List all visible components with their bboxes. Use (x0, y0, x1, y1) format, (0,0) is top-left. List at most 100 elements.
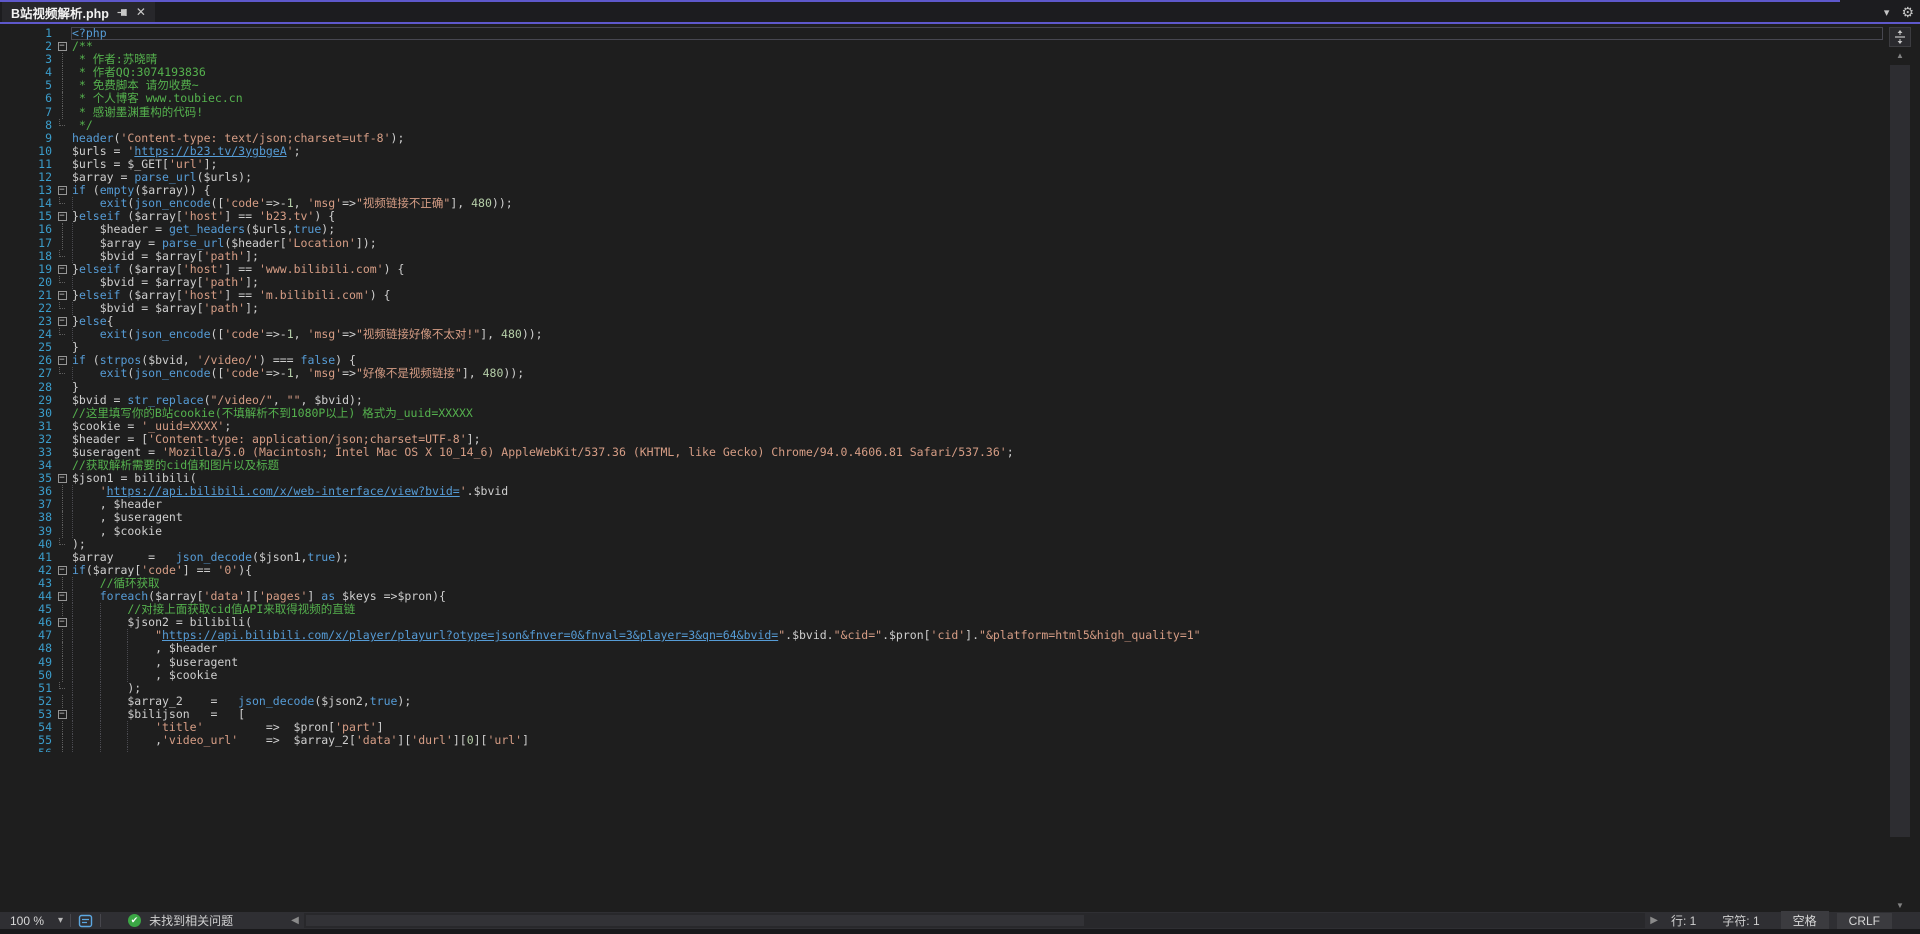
code-line[interactable]: 45//对接上面获取cid值API来取得视频的直链 (0, 603, 1884, 616)
code-line[interactable]: 1<?php (0, 27, 1884, 40)
code-line[interactable]: 42−if($array['code'] == '0'){ (0, 564, 1884, 577)
indent-guide (100, 616, 128, 629)
vertical-scrollbar-track[interactable] (1890, 65, 1910, 895)
code-text: ,'video_url' => $array_2['data']['durl']… (72, 734, 1884, 747)
fold-collapse-icon[interactable]: − (52, 564, 72, 577)
indent-guide (72, 642, 100, 655)
line-number: 27 (0, 367, 52, 380)
code-line[interactable]: 17$array = parse_url($header['Location']… (0, 237, 1884, 250)
indent-guide (72, 302, 100, 315)
code-line[interactable]: 27 exit(json_encode(['code'=>-1, 'msg'=>"… (0, 367, 1884, 380)
code-line[interactable]: 22$bvid = $array['path']; (0, 302, 1884, 315)
fold-collapse-icon[interactable]: − (52, 590, 72, 603)
status-eol-button[interactable]: CRLF (1837, 913, 1892, 929)
code-line[interactable]: 39, $cookie (0, 525, 1884, 538)
hscroll-left-button[interactable]: ◀ (291, 915, 299, 926)
code-text: 'https://api.bilibili.com/x/web-interfac… (72, 485, 1884, 498)
line-number: 17 (0, 237, 52, 250)
line-number: 18 (0, 250, 52, 263)
code-line[interactable]: 5 * 免费脚本 请勿收费~ (0, 79, 1884, 92)
code-line[interactable]: 33$useragent = 'Mozilla/5.0 (Macintosh; … (0, 446, 1884, 459)
code-text: exit(json_encode(['code'=>-1, 'msg'=>"好像… (72, 367, 1884, 380)
split-editor-handle[interactable] (1889, 27, 1911, 47)
fold-margin (52, 407, 72, 420)
code-line[interactable]: 50, $cookie (0, 669, 1884, 682)
fold-collapse-icon[interactable]: − (52, 354, 72, 367)
code-line[interactable]: 37, $header (0, 498, 1884, 511)
code-line[interactable]: 19−}elseif ($array['host'] == 'www.bilib… (0, 263, 1884, 276)
code-line[interactable]: 4 * 作者QQ:3074193836 (0, 66, 1884, 79)
code-line[interactable]: 55,'video_url' => $array_2['data']['durl… (0, 734, 1884, 747)
code-text: , $cookie (72, 525, 1884, 538)
scroll-up-button[interactable]: ▲ (1888, 51, 1912, 60)
code-line[interactable]: 2−/** (0, 40, 1884, 53)
scroll-down-button[interactable]: ▼ (1888, 901, 1912, 910)
vertical-scrollbar-thumb[interactable] (1890, 65, 1910, 837)
fold-collapse-icon[interactable]: − (52, 289, 72, 302)
line-number: 52 (0, 695, 52, 708)
fold-collapse-icon[interactable]: − (52, 263, 72, 276)
code-line[interactable]: 52$array_2 = json_decode($json2,true); (0, 695, 1884, 708)
fold-collapse-icon[interactable]: − (52, 184, 72, 197)
fold-guide-line (52, 695, 72, 708)
check-circle-icon: ✔ (128, 914, 141, 927)
fold-collapse-icon[interactable]: − (52, 472, 72, 485)
code-line[interactable]: 24exit(json_encode(['code'=>-1, 'msg'=>"… (0, 328, 1884, 341)
fold-margin (52, 551, 72, 564)
code-line[interactable]: 6 * 个人博客 www.toubiec.cn (0, 92, 1884, 105)
code-line[interactable]: 47"https://api.bilibili.com/x/player/pla… (0, 629, 1884, 642)
horizontal-scrollbar-thumb[interactable] (306, 915, 1084, 926)
code-line[interactable]: 10$urls = 'https://b23.tv/3ygbgeA'; (0, 145, 1884, 158)
code-line[interactable]: 21−}elseif ($array['host'] == 'm.bilibil… (0, 289, 1884, 302)
code-line[interactable]: 7 * 感谢墨渊重构的代码! (0, 106, 1884, 119)
code-line[interactable]: 36'https://api.bilibili.com/x/web-interf… (0, 485, 1884, 498)
hscroll-right-button[interactable]: ▶ (1650, 915, 1658, 926)
status-message[interactable]: 未找到相关问题 (149, 912, 233, 929)
indent-guide (127, 734, 155, 747)
close-icon[interactable]: ✕ (136, 6, 146, 18)
indent-guide (127, 656, 155, 669)
indent-guide (72, 590, 100, 603)
fold-collapse-icon[interactable]: − (52, 708, 72, 721)
vertical-scrollbar[interactable]: ▲ ▼ (1888, 24, 1912, 912)
fold-guide-line (52, 629, 72, 642)
code-line[interactable]: 38, $useragent (0, 511, 1884, 524)
code-text: "https://api.bilibili.com/x/player/playu… (72, 629, 1884, 642)
indent-guide (100, 629, 128, 642)
code-text: header('Content-type: text/json;charset=… (72, 132, 1884, 145)
code-line[interactable]: 49, $useragent (0, 656, 1884, 669)
code-line[interactable]: 34//获取解析需要的cid值和图片以及标题 (0, 459, 1884, 472)
indent-guide (72, 682, 100, 695)
tab-bar-controls: ▾ ⚙ (1884, 2, 1914, 22)
fold-margin (52, 145, 72, 158)
status-column-indicator: 字符: 1 (1709, 912, 1772, 929)
gear-icon[interactable]: ⚙ (1901, 4, 1914, 21)
code-line[interactable]: 12$array = parse_url($urls); (0, 171, 1884, 184)
fold-margin (52, 171, 72, 184)
indent-guide (72, 511, 100, 524)
line-number: 10 (0, 145, 52, 158)
fold-collapse-icon[interactable]: − (52, 616, 72, 629)
code-line[interactable]: 11$urls = $_GET['url']; (0, 158, 1884, 171)
horizontal-scrollbar[interactable]: ◀ ▶ (291, 913, 1658, 928)
code-text: exit(json_encode(['code'=>-1, 'msg'=>"视频… (72, 328, 1884, 341)
status-spaces-button[interactable]: 空格 (1781, 911, 1829, 930)
code-line[interactable]: 56 (0, 747, 1884, 752)
code-line[interactable]: 3 * 作者:苏晓晴 (0, 53, 1884, 66)
line-number: 51 (0, 682, 52, 695)
fold-collapse-icon[interactable]: − (52, 210, 72, 223)
indent-guide (72, 616, 100, 629)
health-monitor-button[interactable] (78, 914, 93, 928)
fold-collapse-icon[interactable]: − (52, 315, 72, 328)
zoom-level-select[interactable]: 100 % ▾ (10, 914, 63, 928)
tab-file[interactable]: B站视频解析.php ✕ (2, 2, 155, 22)
fold-collapse-icon[interactable]: − (52, 40, 72, 53)
horizontal-scrollbar-track[interactable] (304, 913, 1645, 928)
line-number: 20 (0, 276, 52, 289)
code-editor[interactable]: 1<?php2−/**3 * 作者:苏晓晴4 * 作者QQ:3074193836… (0, 24, 1920, 912)
tab-list-dropdown-icon[interactable]: ▾ (1884, 6, 1890, 19)
pin-icon[interactable] (117, 7, 128, 18)
code-line[interactable]: 48, $header (0, 642, 1884, 655)
code-line[interactable]: 41$array = json_decode($json1,true); (0, 551, 1884, 564)
code-line[interactable]: 30//这里填写你的B站cookie(不填解析不到1080P以上) 格式为_uu… (0, 407, 1884, 420)
